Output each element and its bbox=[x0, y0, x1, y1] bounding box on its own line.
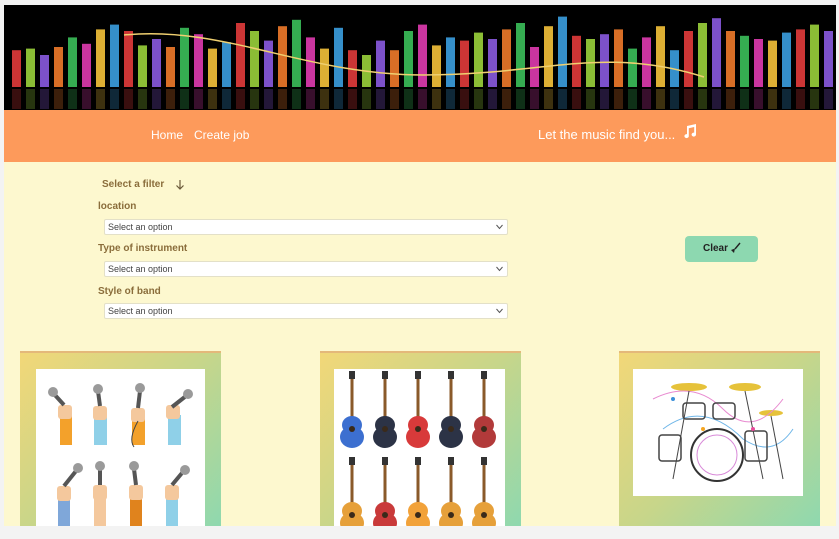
broom-icon bbox=[731, 242, 741, 253]
instrument-label: Type of instrument bbox=[98, 243, 188, 254]
guitars-image bbox=[334, 369, 505, 526]
navbar: Home Create job Let the music find you..… bbox=[4, 110, 836, 162]
chevron-down-icon bbox=[496, 266, 503, 272]
job-card[interactable] bbox=[20, 351, 221, 526]
tagline: Let the music find you... bbox=[538, 127, 676, 142]
band-style-select[interactable]: Select an option bbox=[104, 303, 508, 319]
chevron-down-icon bbox=[496, 224, 503, 230]
location-select-value: Select an option bbox=[108, 222, 173, 232]
microphones-image bbox=[36, 369, 205, 526]
band-style-label: Style of band bbox=[98, 286, 161, 297]
mic-hand-1 bbox=[48, 387, 72, 445]
location-select[interactable]: Select an option bbox=[104, 219, 508, 235]
nav-home-link[interactable]: Home bbox=[151, 128, 183, 142]
page: Home Create job Let the music find you..… bbox=[4, 5, 836, 526]
filter-heading: Select a filter bbox=[102, 179, 165, 190]
location-label: location bbox=[98, 201, 137, 212]
clear-button-label: Clear bbox=[703, 243, 729, 254]
clear-filters-button[interactable]: Clear bbox=[685, 236, 758, 262]
header-banner bbox=[4, 5, 836, 110]
arrow-down-icon bbox=[176, 180, 184, 190]
instrument-select-value: Select an option bbox=[108, 264, 173, 274]
job-card[interactable] bbox=[320, 351, 521, 526]
job-card[interactable] bbox=[619, 351, 820, 526]
instrument-select[interactable]: Select an option bbox=[104, 261, 508, 277]
chevron-down-icon bbox=[496, 308, 503, 314]
band-style-select-value: Select an option bbox=[108, 306, 173, 316]
nav-create-job-link[interactable]: Create job bbox=[194, 128, 249, 142]
drum-kit-image bbox=[633, 369, 803, 496]
music-note-icon bbox=[684, 124, 697, 139]
equalizer-banner-image bbox=[12, 16, 833, 109]
